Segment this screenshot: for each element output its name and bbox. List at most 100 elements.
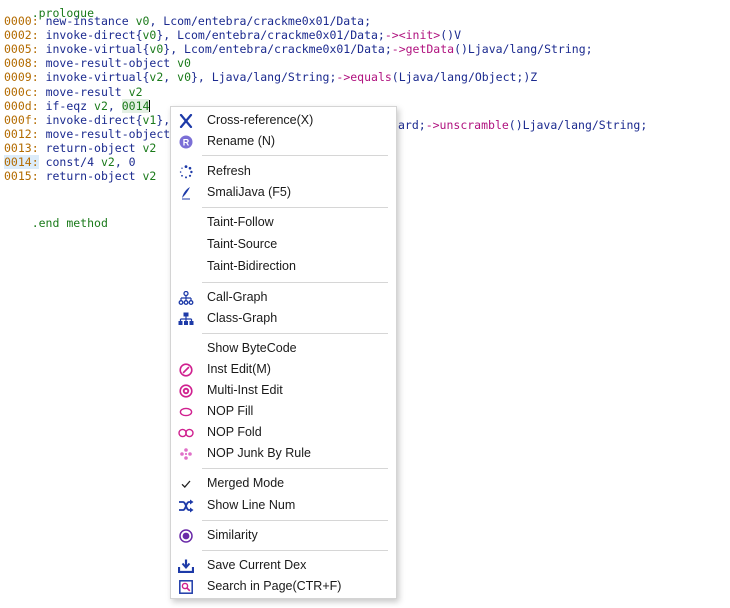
menu-item-similarity[interactable]: Similarity [171,525,396,546]
menu-item-cross-reference[interactable]: Cross-reference(X) [171,110,396,131]
code-line[interactable]: 0012: move-result-object [4,127,170,141]
code-line-address: 0008: [4,56,39,71]
code-token: }, [156,112,171,127]
code-token: const/4 [45,155,101,169]
menu-item-taint-follow[interactable]: Taint-Follow [171,212,396,233]
code-token: , [163,70,178,85]
menu-item-nop-fold[interactable]: NOP Fold [171,422,396,443]
code-token: if-eqz [45,98,95,113]
menu-separator [202,333,388,334]
code-line-address: 0009: [4,70,39,85]
menu-item-show-bytecode[interactable]: Show ByteCode [171,338,396,359]
menu-separator [202,282,388,283]
rename-icon: R [178,134,194,150]
code-token: ()Ljava/lang/String; [454,42,593,57]
menu-item-nop-fill[interactable]: NOP Fill [171,401,396,422]
menu-item-taint-source[interactable]: Taint-Source [171,234,396,255]
code-line[interactable]: 0000: new-instance v0, Lcom/entebra/crac… [4,14,371,28]
menu-item-label: Taint-Bidirection [207,259,296,273]
code-token: , [107,98,122,113]
menu-item-label: Taint-Source [207,237,278,251]
class-graph-icon [178,311,194,327]
refresh-icon [178,164,194,180]
menu-item-inst-edit[interactable]: Inst Edit(M) [171,359,396,380]
code-token: }, Lcom/entebra/crackme0x01/Data; [163,42,392,57]
menu-item-label: Call-Graph [207,290,268,304]
end-method-directive: .end method [31,216,108,230]
code-line[interactable]: 000c: move-result v2 [4,85,143,99]
menu-item-smalijava[interactable]: SmaliJava (F5) [171,182,396,203]
code-line-address: 0005: [4,42,39,57]
code-token: v0 [149,42,164,57]
menu-item-label: Rename (N) [207,134,276,148]
code-token: move-result-object [45,56,178,71]
menu-item-label: Taint-Follow [207,215,274,229]
code-line-address: 0013: [4,140,39,155]
code-token: new-instance [45,14,136,28]
code-token: (Ljava/lang/Object;)Z [391,70,538,85]
menu-item-taint-bidirection[interactable]: Taint-Bidirection [171,256,396,277]
code-token: , 0 [114,155,136,169]
menu-item-label: Similarity [207,528,258,542]
code-token: v2 [100,155,115,169]
code-token: move-result-object [45,126,171,141]
code-line-address: 0012: [4,126,39,141]
code-line[interactable]: 000f: invoke-direct{v1}, [4,113,170,127]
menu-item-label: NOP Junk By Rule [207,446,311,460]
code-token: return-object [45,140,143,155]
menu-separator [202,468,388,469]
code-token: ard; [398,118,426,132]
code-token: v0 [177,70,191,85]
code-line[interactable]: 0014: const/4 v2, 0 [4,155,136,169]
code-line[interactable]: 0015: return-object v2 [4,169,156,183]
menu-item-label: Save Current Dex [207,558,307,572]
code-token: ->unscramble [425,118,509,132]
code-line-address: 0015: [4,169,39,184]
code-token: ->equals [336,70,392,85]
code-line[interactable]: 0013: return-object v2 [4,141,156,155]
menu-item-label: Search in Page(CTR+F) [207,579,342,593]
code-token: v2 [149,70,164,85]
code-token: v2 [128,84,143,99]
menu-item-save-current-dex[interactable]: Save Current Dex [171,555,396,576]
code-token: ()V [440,28,462,43]
menu-item-refresh[interactable]: Refresh [171,161,396,182]
code-line[interactable]: 0008: move-result-object v0 [4,56,191,70]
text-cursor [149,100,151,113]
code-line[interactable]: 0009: invoke-virtual{v2, v0}, Ljava/lang… [4,70,537,84]
menu-item-label: NOP Fill [207,404,254,418]
code-token: v2 [142,140,157,155]
code-token: ()Ljava/lang/String; [508,118,648,132]
code-line-address: 000c: [4,84,39,99]
menu-item-call-graph[interactable]: Call-Graph [171,287,396,308]
code-token: return-object [45,169,143,184]
code-line-address: 0002: [4,28,39,43]
nop-fold-icon [178,425,194,441]
code-token: v2 [142,169,157,184]
menu-item-show-line-num[interactable]: Show Line Num [171,495,396,516]
menu-item-search-in-page[interactable]: Search in Page(CTR+F) [171,576,396,597]
menu-item-label: Class-Graph [207,311,278,325]
code-token: v0 [142,28,157,43]
call-graph-icon [178,290,194,306]
code-line-address: 0000: [4,14,39,28]
menu-item-label: SmaliJava (F5) [207,185,292,199]
menu-item-class-graph[interactable]: Class-Graph [171,308,396,329]
code-line[interactable]: 0005: invoke-virtual{v0}, Lcom/entebra/c… [4,42,593,56]
code-token: invoke-direct{ [45,112,143,127]
inst-edit-icon [178,362,194,378]
code-token: invoke-virtual{ [45,42,150,57]
menu-item-merged-mode[interactable]: Merged Mode [171,473,396,494]
code-token: }, Ljava/lang/String; [191,70,337,85]
menu-item-rename[interactable]: R Rename (N) [171,131,396,152]
smalijava-icon [178,185,194,201]
similarity-icon [178,528,194,544]
nop-fill-icon [178,404,194,420]
code-line[interactable]: 000d: if-eqz v2, 0014 [4,98,151,113]
menu-item-label: Inst Edit(M) [207,362,271,376]
menu-item-multi-inst-edit[interactable]: Multi-Inst Edit [171,380,396,401]
menu-item-nop-junk-by-rule[interactable]: NOP Junk By Rule [171,443,396,464]
code-token: 0014 [121,98,150,113]
code-line[interactable]: 0002: invoke-direct{v0}, Lcom/entebra/cr… [4,28,461,42]
code-line-address: 0014: [4,155,39,169]
